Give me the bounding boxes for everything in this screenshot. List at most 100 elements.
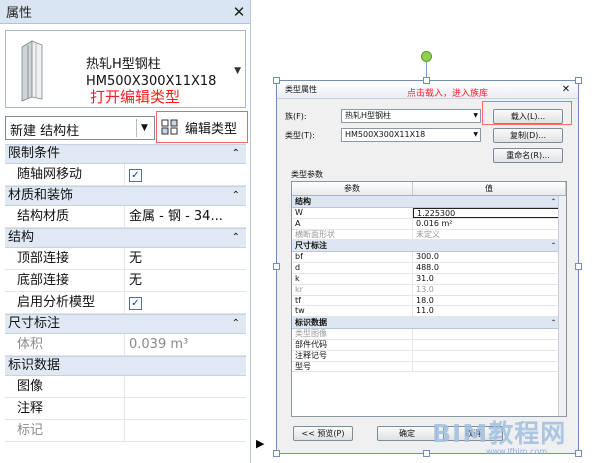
duplicate-button[interactable]: 复制(D)... xyxy=(493,128,563,143)
group-name: 结构 xyxy=(8,230,35,245)
scrollbar[interactable] xyxy=(558,196,566,416)
param-row[interactable]: d 488.0 xyxy=(292,263,566,274)
property-row[interactable]: 标记 xyxy=(5,420,246,442)
load-button[interactable]: 载入(L)... xyxy=(493,109,563,124)
property-value-cell[interactable] xyxy=(125,376,246,397)
resize-grip[interactable] xyxy=(575,450,582,457)
param-value[interactable]: 1.225300 xyxy=(413,208,566,218)
resize-grip[interactable] xyxy=(273,77,280,84)
property-value-cell[interactable]: 金属 - 钢 - 34... xyxy=(125,206,246,227)
resize-grip[interactable] xyxy=(575,263,582,270)
group-name: 标识数据 xyxy=(295,318,327,328)
resize-grip[interactable] xyxy=(273,450,280,457)
property-row[interactable]: 图像 xyxy=(5,376,246,398)
property-value-cell[interactable]: 无 xyxy=(125,248,246,269)
collapse-icon[interactable]: ⌃ xyxy=(551,317,556,328)
type-value: HM500X300X11X18 xyxy=(345,130,426,139)
family-select[interactable]: 热轧H型钢柱 ▼ xyxy=(341,109,481,123)
param-row[interactable]: tw 11.0 xyxy=(292,306,566,318)
load-note: 点击载入，进入族库 xyxy=(407,89,489,99)
instance-properties-list: 限制条件 ⌃ 随轴网移动 ✓ 材质和装饰 ⌃ 结构材质 金属 - 钢 - 34... 结构 ⌃ 顶部… xyxy=(5,144,246,442)
collapse-icon[interactable]: ⌃ xyxy=(551,240,556,251)
close-icon[interactable]: ✕ xyxy=(228,3,250,21)
param-row[interactable]: W 1.225300 xyxy=(292,208,566,219)
property-group-header[interactable]: 限制条件 ⌃ xyxy=(5,144,246,164)
param-row[interactable]: 型号 xyxy=(292,361,566,373)
ok-button[interactable]: 确定 xyxy=(377,426,437,441)
param-row[interactable]: k 31.0 xyxy=(292,273,566,285)
param-value[interactable]: 18.0 xyxy=(413,296,566,306)
pointer-arrow-icon: ▶ xyxy=(256,437,265,450)
collapse-icon[interactable]: ⌃ xyxy=(232,187,240,205)
param-name: 类型图像 xyxy=(292,329,413,339)
param-group-header[interactable]: 结构 ⌃ xyxy=(292,196,566,208)
param-row[interactable]: tf 18.0 xyxy=(292,295,566,307)
table-body: 结构 ⌃ W 1.225300 A 0.016 m² 横断面形状 未定义 尺寸标注 ⌃ bf 300.… xyxy=(292,196,566,373)
resize-grip[interactable] xyxy=(575,77,582,84)
param-row[interactable]: kr 13.0 xyxy=(292,284,566,296)
preview-button[interactable]: << 预览(P) xyxy=(293,426,353,441)
param-value[interactable] xyxy=(413,329,566,339)
properties-palette: 属性 ✕ 热轧H型钢柱 HM500X300X11X18 ▼ 打开编辑类型 新建 … xyxy=(0,0,251,463)
family-value: 热轧H型钢柱 xyxy=(345,111,392,120)
property-value-cell[interactable]: 无 xyxy=(125,270,246,291)
property-row[interactable]: 体积 0.039 m³ xyxy=(5,334,246,356)
rename-button[interactable]: 重命名(R)... xyxy=(493,148,563,163)
param-row[interactable]: 类型图像 xyxy=(292,329,566,340)
property-row[interactable]: 注释 xyxy=(5,398,246,420)
param-group-header[interactable]: 尺寸标注 ⌃ xyxy=(292,240,566,253)
param-value[interactable] xyxy=(413,340,566,350)
property-row[interactable]: 结构材质 金属 - 钢 - 34... xyxy=(5,206,246,228)
property-name: 注释 xyxy=(5,398,125,419)
close-icon[interactable]: ✕ xyxy=(560,84,572,96)
collapse-icon[interactable]: ⌃ xyxy=(232,229,240,247)
open-edit-type-note: 打开编辑类型 xyxy=(90,88,181,106)
param-value[interactable]: 13.0 xyxy=(413,285,566,295)
param-value[interactable]: 31.0 xyxy=(413,274,566,284)
collapse-icon[interactable]: ⌃ xyxy=(232,145,240,163)
collapse-icon[interactable]: ⌃ xyxy=(232,315,240,333)
resize-grip[interactable] xyxy=(423,450,430,457)
param-row[interactable]: 注释记号 xyxy=(292,350,566,362)
col-value-header: 值 xyxy=(413,182,566,195)
param-value[interactable]: 0.016 m² xyxy=(413,219,566,229)
edit-type-button[interactable]: 编辑类型 xyxy=(156,111,248,143)
param-row[interactable]: 横断面形状 未定义 xyxy=(292,229,566,241)
property-row[interactable]: 随轴网移动 ✓ xyxy=(5,164,246,186)
resize-grip[interactable] xyxy=(273,263,280,270)
property-group-header[interactable]: 结构 ⌃ xyxy=(5,228,246,248)
rotate-handle[interactable] xyxy=(421,51,432,62)
property-row[interactable]: 底部连接无 xyxy=(5,270,246,292)
param-name: A xyxy=(292,218,413,229)
property-group-header[interactable]: 标识数据 xyxy=(5,356,246,376)
resize-grip[interactable] xyxy=(423,77,430,84)
property-value-cell[interactable]: 0.039 m³ xyxy=(125,334,246,355)
type-params-heading: 类型参数 xyxy=(291,170,323,179)
property-value-cell[interactable]: ✓ xyxy=(125,292,246,313)
param-row[interactable]: 部件代码 xyxy=(292,339,566,351)
chevron-down-icon[interactable]: ▼ xyxy=(136,119,152,137)
property-value-cell[interactable] xyxy=(125,420,246,441)
param-value[interactable] xyxy=(413,362,566,372)
type-select[interactable]: HM500X300X11X18 ▼ xyxy=(341,128,481,142)
param-row[interactable]: bf 300.0 xyxy=(292,252,566,264)
instance-filter-select[interactable]: 新建 结构柱 ▼ xyxy=(5,116,155,140)
property-row[interactable]: 顶部连接无 xyxy=(5,248,246,270)
property-value-cell[interactable] xyxy=(125,398,246,419)
checkbox[interactable]: ✓ xyxy=(129,297,142,310)
param-value[interactable]: 488.0 xyxy=(413,263,566,273)
param-value[interactable]: 未定义 xyxy=(413,230,566,240)
param-row[interactable]: A 0.016 m² xyxy=(292,218,566,230)
property-group-header[interactable]: 尺寸标注 ⌃ xyxy=(5,314,246,334)
collapse-icon[interactable]: ⌃ xyxy=(551,196,556,207)
param-group-header[interactable]: 标识数据 ⌃ xyxy=(292,317,566,330)
param-value[interactable]: 11.0 xyxy=(413,306,566,316)
chevron-down-icon[interactable]: ▼ xyxy=(234,66,241,76)
property-row[interactable]: 启用分析模型 ✓ xyxy=(5,292,246,314)
param-value[interactable] xyxy=(413,351,566,361)
checkbox[interactable]: ✓ xyxy=(129,169,142,182)
property-value-cell[interactable]: ✓ xyxy=(125,164,246,185)
param-value[interactable]: 300.0 xyxy=(413,252,566,262)
property-name: 启用分析模型 xyxy=(5,292,125,313)
property-group-header[interactable]: 材质和装饰 ⌃ xyxy=(5,186,246,206)
